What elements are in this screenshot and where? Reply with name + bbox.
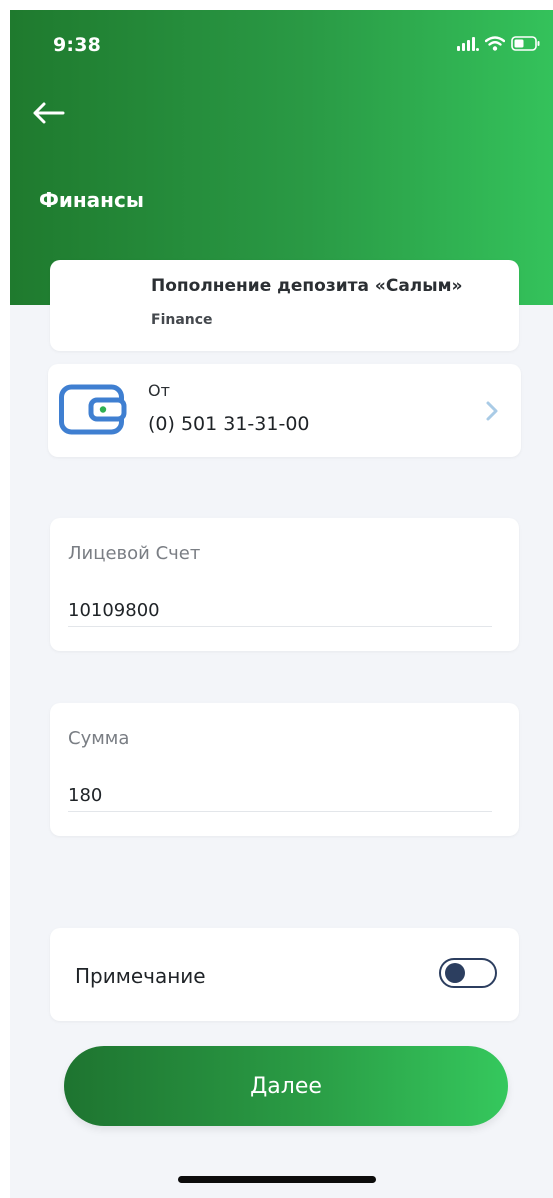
service-subtitle: Finance: [151, 312, 213, 328]
from-label: От: [148, 381, 170, 400]
wifi-icon: [484, 36, 506, 55]
home-indicator: [178, 1176, 376, 1183]
note-card: Примечание: [50, 928, 519, 1021]
note-label: Примечание: [75, 964, 206, 988]
status-time: 9:38: [53, 34, 102, 56]
account-input[interactable]: [68, 594, 492, 627]
battery-icon: [511, 36, 541, 55]
from-account-selector[interactable]: От (0) 501 31-31-00: [48, 364, 521, 457]
service-card: Пополнение депозита «Салым» Finance: [50, 260, 519, 351]
service-title: Пополнение депозита «Салым»: [151, 276, 463, 296]
status-icons: [457, 36, 541, 55]
account-field-card: Лицевой Счет: [50, 518, 519, 651]
account-label: Лицевой Счет: [68, 543, 201, 564]
amount-input[interactable]: [68, 779, 492, 812]
phone-screen: 9:38 Финансы Пополнение депозита «Салым»…: [10, 10, 553, 1198]
page-title: Финансы: [39, 188, 144, 212]
wallet-icon: [59, 384, 129, 440]
next-button[interactable]: Далее: [64, 1046, 508, 1126]
amount-field-card: Сумма: [50, 703, 519, 836]
back-button[interactable]: [28, 98, 68, 132]
from-phone-number: (0) 501 31-31-00: [148, 413, 310, 435]
amount-label: Сумма: [68, 728, 130, 749]
toggle-knob: [445, 963, 465, 983]
arrow-left-icon: [31, 101, 65, 129]
cellular-signal-icon: [457, 36, 479, 55]
screen: 9:38 Финансы Пополнение депозита «Салым»…: [0, 0, 553, 1198]
chevron-right-icon: [485, 400, 499, 426]
note-toggle[interactable]: [439, 958, 497, 988]
